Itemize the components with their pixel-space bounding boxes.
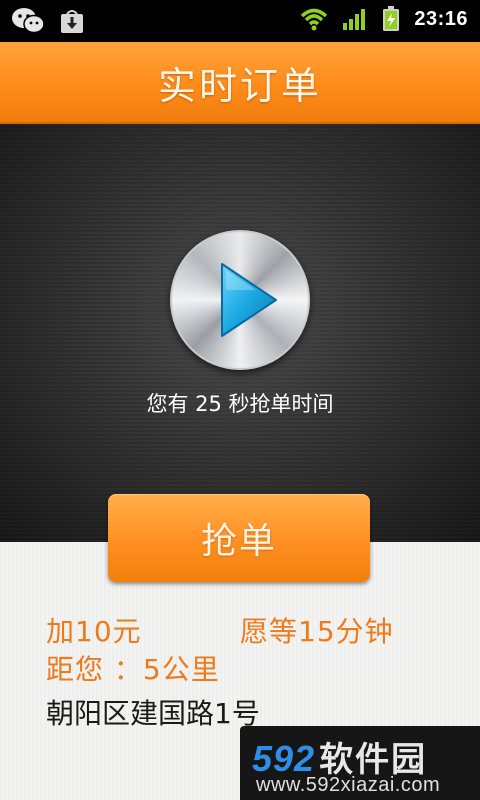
download-icon xyxy=(60,8,84,34)
signal-icon xyxy=(342,7,368,31)
watermark-url: www.592xiazai.com xyxy=(256,774,441,796)
app-header: 实时订单 xyxy=(0,42,480,124)
countdown-text: 您有 25 秒抢单时间 xyxy=(146,392,334,416)
distance-text: 距您 ：5公里 xyxy=(46,653,220,686)
address-text: 朝阳区建国路1号 xyxy=(46,697,260,730)
bonus-amount: 加10元 xyxy=(46,615,142,648)
wechat-icon xyxy=(10,6,46,36)
battery-charging-icon xyxy=(382,6,400,32)
status-clock: 23:16 xyxy=(414,7,468,30)
status-bar: 23:16 xyxy=(0,0,480,42)
page-title: 实时订单 xyxy=(157,63,322,108)
wait-time: 愿等15分钟 xyxy=(240,615,394,648)
watermark-logo: 592 软件园 www.592xiazai.com xyxy=(240,726,480,800)
order-stage: 您有 25 秒抢单时间 xyxy=(0,124,480,542)
grab-order-button[interactable]: 抢单 xyxy=(108,494,370,582)
play-button[interactable] xyxy=(170,230,310,370)
wifi-icon xyxy=(300,7,328,31)
play-icon xyxy=(216,260,280,344)
